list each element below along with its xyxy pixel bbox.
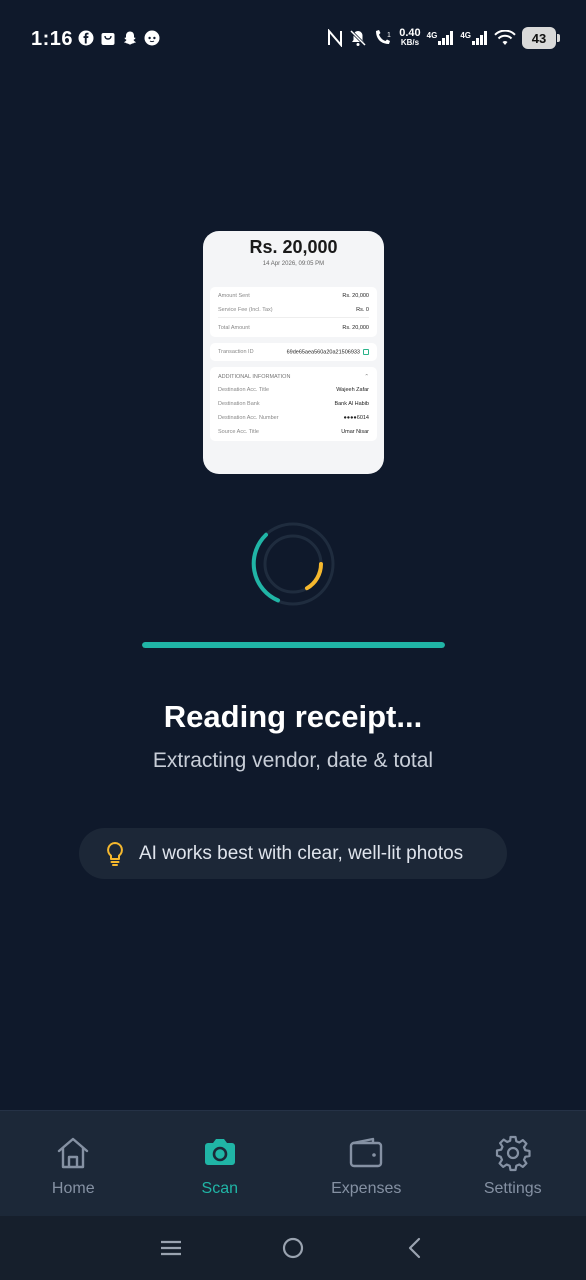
back-icon[interactable] [403, 1236, 427, 1260]
status-bar: 1:16 1 0.40 KB/s 4G 4G 43 [0, 0, 586, 80]
receipt-row: Destination Bank Bank Al Habib [218, 397, 369, 411]
txn-id: 69de65aea560a20a21506933 [286, 349, 360, 356]
svg-text:1: 1 [387, 32, 391, 39]
nav-scan[interactable]: Scan [147, 1111, 294, 1216]
net-speed-value: 0.40 [399, 27, 421, 39]
cat-icon [144, 30, 160, 46]
nav-settings[interactable]: Settings [440, 1111, 586, 1216]
chevron-up-icon: ⌃ [364, 374, 369, 381]
receipt-transaction-box: Transaction ID 69de65aea560a20a21506933 [210, 343, 377, 362]
row-label: Source Acc. Title [218, 429, 259, 436]
receipt-row: Amount Sent Rs. 20,000 [218, 289, 369, 303]
snapchat-icon [124, 31, 136, 45]
signal-bars-icon [472, 31, 487, 45]
signal-bars-icon [438, 31, 454, 45]
loading-spinner [251, 522, 335, 606]
facebook-icon [78, 30, 94, 46]
notification-icons [78, 30, 160, 46]
row-label: Total Amount [218, 325, 250, 331]
receipt-row: Destination Acc. Title Wajeeh Zafar [218, 383, 369, 397]
nav-label: Home [51, 1180, 95, 1197]
signal-label-1: 4G [426, 31, 438, 40]
wifi-call-icon: 1 [376, 30, 391, 44]
mute-icon [350, 29, 367, 47]
home-button-icon[interactable] [281, 1236, 305, 1260]
row-label: Destination Acc. Number [218, 415, 279, 422]
home-icon [58, 1137, 89, 1169]
row-value: Rs. 20,000 [342, 325, 369, 331]
battery-indicator: 43 [522, 27, 560, 49]
wifi-icon [494, 30, 516, 45]
tip-text: AI works best with clear, well-lit photo… [139, 842, 464, 864]
bottom-nav: Home Scan Expenses Settings [0, 1110, 586, 1216]
additional-header-label: ADDITIONAL INFORMATION [218, 374, 291, 381]
processing-title: Reading receipt... [163, 699, 423, 734]
additional-header: ADDITIONAL INFORMATION ⌃ [218, 369, 369, 383]
progress-bar [142, 642, 445, 648]
processing-subtitle: Extracting vendor, date & total [152, 749, 434, 772]
row-value: Rs. 0 [356, 307, 369, 313]
signal-2: 4G [460, 31, 488, 45]
receipt-row: Transaction ID 69de65aea560a20a21506933 [218, 345, 369, 359]
receipt-row: Source Acc. Title Umar Nisar [218, 425, 369, 439]
signal-1: 4G [427, 31, 455, 45]
progress-fill [142, 642, 445, 648]
system-nav-bar [0, 1216, 586, 1280]
nfc-icon [328, 29, 343, 47]
row-value: Wajeeh Zafar [336, 387, 369, 394]
nav-label: Scan [201, 1180, 238, 1197]
row-value: Umar Nisar [341, 429, 369, 436]
lightbulb-icon [107, 841, 123, 866]
app-root: 1:16 1 0.40 KB/s 4G 4G 43 Rs. 20,000 14 … [0, 0, 586, 1280]
row-label: Transaction ID [218, 349, 254, 355]
row-label: Destination Acc. Title [218, 387, 270, 394]
row-value: 69de65aea560a20a21506933 [287, 349, 369, 355]
row-value: Bank Al Habib [334, 401, 369, 408]
row-label: Destination Bank [218, 401, 260, 408]
status-time: 1:16 [31, 28, 74, 50]
nav-label: Settings [483, 1180, 542, 1197]
receipt-row: Destination Acc. Number ●●●●6014 [218, 411, 369, 425]
row-label: Amount Sent [218, 293, 250, 299]
system-icons: 1 0.40 KB/s 4G 4G 43 [327, 27, 560, 49]
receipt-amount: Rs. 20,000 [249, 237, 338, 257]
receipt-date: 14 Apr 2026, 09:05 PM [262, 261, 325, 267]
gear-icon [495, 1135, 531, 1172]
receipt-preview: Rs. 20,000 14 Apr 2026, 09:05 PM Amount … [203, 231, 384, 474]
receipt-amount-box: Amount Sent Rs. 20,000 Service Fee (Incl… [210, 287, 377, 337]
menu-icon[interactable] [159, 1238, 183, 1258]
nav-expenses[interactable]: Expenses [293, 1111, 440, 1216]
signal-label-2: 4G [460, 31, 471, 40]
nav-home[interactable]: Home [0, 1111, 147, 1216]
receipt-row: Service Fee (Incl. Tax) Rs. 0 [218, 303, 369, 317]
bag-icon [101, 33, 115, 45]
receipt-additional-box: ADDITIONAL INFORMATION ⌃ Destination Acc… [210, 367, 377, 442]
row-label: Service Fee (Incl. Tax) [218, 307, 273, 313]
wallet-icon [350, 1137, 383, 1168]
net-speed-unit: KB/s [400, 38, 420, 47]
row-value: Rs. 20,000 [342, 293, 369, 299]
tip-banner: AI works best with clear, well-lit photo… [79, 828, 507, 879]
copy-icon [363, 349, 369, 355]
camera-icon [204, 1139, 235, 1165]
nav-label: Expenses [331, 1180, 402, 1197]
network-speed: 0.40 KB/s [399, 28, 420, 48]
row-value: ●●●●6014 [343, 415, 369, 422]
receipt-row: Total Amount Rs. 20,000 [218, 318, 369, 335]
